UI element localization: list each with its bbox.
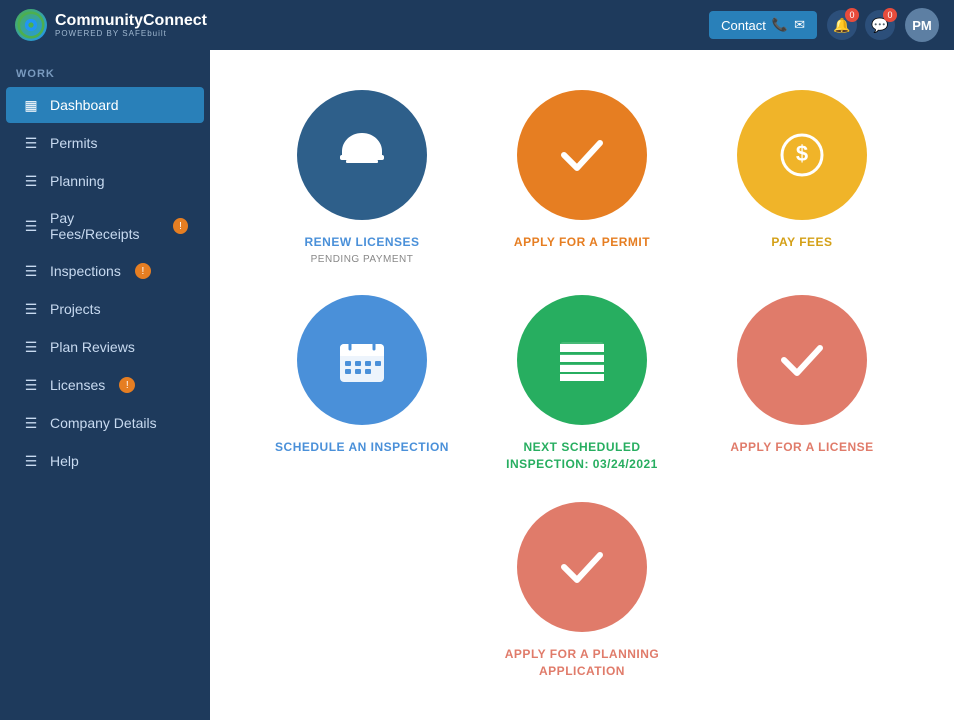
card-schedule-inspection[interactable]: SCHEDULE AN INSPECTION (272, 295, 452, 473)
card-apply-permit[interactable]: APPLY FOR A PERMIT (492, 90, 672, 265)
pay-fees-badge: ! (173, 218, 188, 234)
plan-reviews-icon: ☰ (22, 338, 40, 356)
sidebar-section-work: WORK (0, 60, 210, 86)
bell-icon[interactable]: 🔔 0 (827, 10, 857, 40)
card-pay-fees[interactable]: $ PAY FEES (712, 90, 892, 265)
card-apply-license[interactable]: APPLY FOR A LICENSE (712, 295, 892, 473)
sidebar-item-company-details[interactable]: ☰ Company Details (6, 405, 204, 441)
user-avatar[interactable]: PM (905, 8, 939, 42)
next-inspection-title: NEXT SCHEDULEDINSPECTION: 03/24/2021 (506, 439, 658, 473)
apply-permit-circle (517, 90, 647, 220)
dashboard-bottom-row: APPLY FOR A PLANNINGAPPLICATION (505, 502, 659, 680)
notification-area: 🔔 0 💬 0 (827, 10, 895, 40)
logo-text: CommunityConnect POWERED BY SAFEbuilt (55, 12, 207, 39)
notif2-badge: 0 (883, 8, 897, 22)
contact-label: Contact (721, 18, 766, 33)
sidebar-label-licenses: Licenses (50, 377, 105, 393)
app-subtitle: POWERED BY SAFEbuilt (55, 29, 207, 38)
pay-fees-circle: $ (737, 90, 867, 220)
sidebar-label-dashboard: Dashboard (50, 97, 119, 113)
chat-icon[interactable]: 💬 0 (865, 10, 895, 40)
notif1-badge: 0 (845, 8, 859, 22)
sidebar-item-planning[interactable]: ☰ Planning (6, 163, 204, 199)
sidebar-label-inspections: Inspections (50, 263, 121, 279)
sidebar-label-pay-fees: Pay Fees/Receipts (50, 210, 159, 242)
next-inspection-circle (517, 295, 647, 425)
inspections-icon: ☰ (22, 262, 40, 280)
planning-icon: ☰ (22, 172, 40, 190)
sidebar-label-permits: Permits (50, 135, 97, 151)
renew-licenses-title: RENEW LICENSES (304, 234, 419, 251)
card-next-inspection[interactable]: NEXT SCHEDULEDINSPECTION: 03/24/2021 (492, 295, 672, 473)
svg-text:$: $ (796, 141, 808, 166)
card-renew-licenses[interactable]: RENEW LICENSES PENDING PAYMENT (272, 90, 452, 265)
main-content: RENEW LICENSES PENDING PAYMENT APPLY FOR… (210, 50, 954, 720)
apply-planning-circle (517, 502, 647, 632)
sidebar: WORK ▦ Dashboard ☰ Permits ☰ Planning ☰ … (0, 50, 210, 720)
sidebar-item-pay-fees[interactable]: ☰ Pay Fees/Receipts ! (6, 201, 204, 251)
mail-icon: ✉ (794, 17, 805, 33)
renew-licenses-subtitle: PENDING PAYMENT (311, 254, 414, 265)
projects-icon: ☰ (22, 300, 40, 318)
sidebar-item-help[interactable]: ☰ Help (6, 443, 204, 479)
apply-license-circle (737, 295, 867, 425)
company-icon: ☰ (22, 414, 40, 432)
apply-planning-title: APPLY FOR A PLANNINGAPPLICATION (505, 646, 659, 680)
sidebar-item-licenses[interactable]: ☰ Licenses ! (6, 367, 204, 403)
licenses-icon: ☰ (22, 376, 40, 394)
body-area: WORK ▦ Dashboard ☰ Permits ☰ Planning ☰ … (0, 50, 954, 720)
permits-icon: ☰ (22, 134, 40, 152)
header: CommunityConnect POWERED BY SAFEbuilt Co… (0, 0, 954, 50)
sidebar-item-permits[interactable]: ☰ Permits (6, 125, 204, 161)
renew-licenses-circle (297, 90, 427, 220)
sidebar-label-help: Help (50, 453, 79, 469)
app-title: CommunityConnect (55, 12, 207, 30)
card-apply-planning[interactable]: APPLY FOR A PLANNINGAPPLICATION (505, 502, 659, 680)
sidebar-item-dashboard[interactable]: ▦ Dashboard (6, 87, 204, 123)
logo-icon (15, 9, 47, 41)
sidebar-label-projects: Projects (50, 301, 101, 317)
sidebar-item-inspections[interactable]: ☰ Inspections ! (6, 253, 204, 289)
licenses-badge: ! (119, 377, 135, 393)
logo-area: CommunityConnect POWERED BY SAFEbuilt (15, 9, 207, 41)
sidebar-label-company: Company Details (50, 415, 157, 431)
sidebar-item-projects[interactable]: ☰ Projects (6, 291, 204, 327)
sidebar-label-planning: Planning (50, 173, 105, 189)
inspections-badge: ! (135, 263, 151, 279)
apply-permit-title: APPLY FOR A PERMIT (514, 234, 650, 251)
sidebar-item-plan-reviews[interactable]: ☰ Plan Reviews (6, 329, 204, 365)
pay-fees-title: PAY FEES (771, 234, 832, 251)
contact-button[interactable]: Contact 📞 ✉ (709, 11, 817, 39)
apply-license-title: APPLY FOR A LICENSE (730, 439, 873, 456)
schedule-inspection-circle (297, 295, 427, 425)
header-right: Contact 📞 ✉ 🔔 0 💬 0 PM (709, 8, 939, 42)
dashboard-grid: RENEW LICENSES PENDING PAYMENT APPLY FOR… (272, 90, 892, 472)
sidebar-label-plan-reviews: Plan Reviews (50, 339, 135, 355)
dashboard-icon: ▦ (22, 96, 40, 114)
phone-icon: 📞 (772, 17, 788, 33)
pay-fees-icon: ☰ (22, 217, 40, 235)
help-icon: ☰ (22, 452, 40, 470)
schedule-inspection-title: SCHEDULE AN INSPECTION (275, 439, 449, 456)
